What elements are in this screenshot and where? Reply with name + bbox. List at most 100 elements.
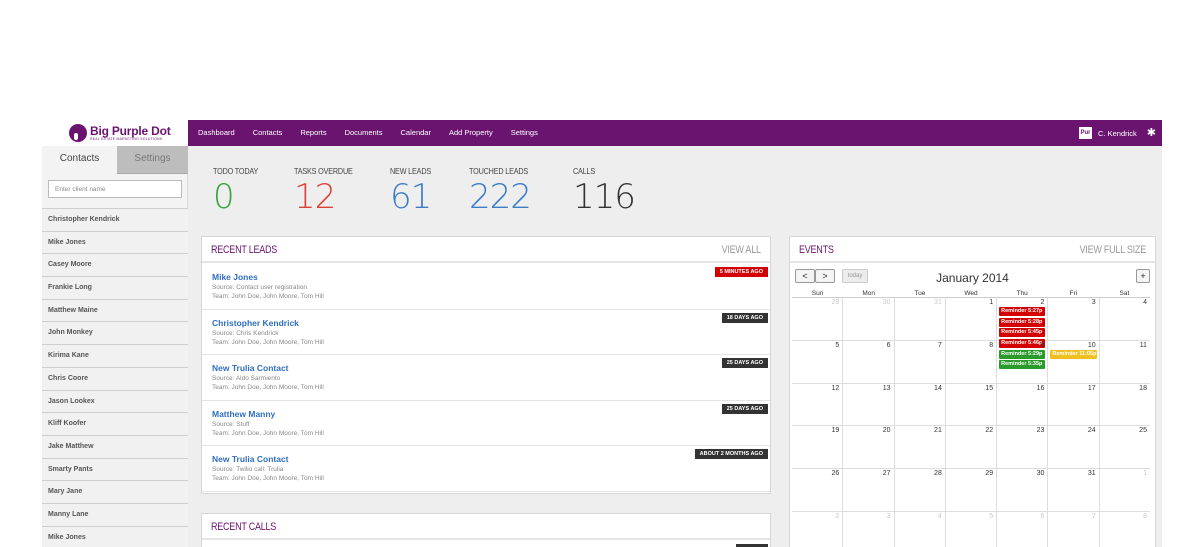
contact-list-item[interactable]: Matthew Maine [42, 298, 188, 322]
user-name[interactable]: C. Kendrick [1098, 129, 1137, 138]
avatar[interactable]: Pur [1079, 127, 1093, 139]
nav-item-settings[interactable]: Settings [511, 120, 538, 146]
contact-list-item[interactable]: Frankie Long [42, 276, 188, 299]
calendar-day[interactable]: 1 [946, 298, 998, 340]
stat-value: 116 [573, 177, 636, 217]
contact-list-item[interactable]: Jason Lookex [42, 389, 188, 413]
calendar-day[interactable]: 15 [946, 383, 998, 426]
calendar-day[interactable]: 6 [843, 340, 895, 383]
calendar-day[interactable]: 19 [792, 426, 844, 469]
calendar-day[interactable]: 12 [792, 383, 844, 426]
weekday-label: Thu [1016, 290, 1028, 297]
calendar-day[interactable]: 8 [946, 340, 998, 383]
contact-list-item[interactable]: Mike Jones [42, 230, 188, 254]
calendar-day[interactable]: 2 Reminder 5:27p Reminder 5:28p Reminder 5:… [997, 298, 1049, 348]
calendar-day[interactable]: 7 [1048, 511, 1100, 547]
client-search-input[interactable] [48, 180, 182, 198]
day-number: 1 [1143, 470, 1147, 478]
calendar-day[interactable]: 22 [946, 426, 998, 469]
day-number: 2 [835, 512, 840, 520]
contact-list-item[interactable]: John Monkey [42, 321, 188, 345]
lead-name-link[interactable]: Christopher Kendrick [212, 318, 299, 328]
weekday-header: Sun Mon Tue Wed Thu Fri Sat [792, 289, 1150, 298]
calendar-day[interactable]: 3 [843, 511, 895, 547]
calendar-day[interactable]: 5 [946, 511, 998, 547]
calendar-day[interactable]: 31 [1048, 469, 1100, 511]
view-all-link[interactable]: VIEW ALL [722, 244, 761, 256]
lead-name-link[interactable]: Mike Jones [212, 272, 258, 282]
calendar-day[interactable]: 7 [895, 340, 946, 383]
calendar-day[interactable]: 11 [1100, 341, 1150, 383]
lead-source: Source: Stuff [212, 420, 250, 428]
calendar-day[interactable]: 13 [843, 383, 895, 426]
nav-item-calendar[interactable]: Calendar [401, 120, 431, 146]
contact-list-item[interactable]: Kliff Koofer [42, 412, 188, 435]
calendar-day[interactable]: 25 [1100, 426, 1150, 468]
calendar-day[interactable]: 31 [895, 298, 946, 340]
contact-list-item[interactable]: Christopher Kendrick [42, 208, 188, 231]
contact-list-item[interactable]: Mike Jones [42, 525, 188, 547]
nav-item-contacts[interactable]: Contacts [253, 120, 283, 146]
calendar-day[interactable]: 3 [1048, 298, 1100, 340]
calendar-event[interactable]: Reminder 5:35p [999, 360, 1046, 370]
calendar-day[interactable]: 14 [895, 383, 946, 426]
calendar-day[interactable]: 30 [997, 469, 1049, 511]
logo[interactable]: Big Purple Dot REAL ESTATE MARKETING SOL… [42, 120, 188, 146]
tab-contacts[interactable]: Contacts [42, 146, 117, 174]
add-event-button[interactable]: + [1136, 269, 1150, 283]
day-number: 6 [886, 341, 891, 349]
contact-list-item[interactable]: Kirima Kane [42, 344, 188, 367]
nav-item-dashboard[interactable]: Dashboard [198, 120, 235, 146]
view-full-size-link[interactable]: VIEW FULL SIZE [1080, 244, 1147, 256]
calendar-day[interactable]: 18 [1100, 384, 1150, 426]
calendar-day[interactable]: 16 [997, 383, 1049, 426]
tab-settings[interactable]: Settings [117, 146, 188, 174]
calendar-day[interactable]: 4 [1100, 298, 1150, 340]
stat-calls: CALLS 116 [573, 166, 636, 217]
calendar-day[interactable]: 2 [792, 511, 844, 547]
calendar-day[interactable]: 30 [843, 298, 895, 340]
calendar-event[interactable]: Reminder 5:45p [999, 328, 1046, 337]
day-number: 30 [882, 299, 891, 306]
calendar-event[interactable]: Reminder 11:05p [1050, 349, 1097, 359]
lead-team: Team: John Doe, John Moore, Tom Hill [212, 293, 324, 300]
contact-list-item[interactable]: Jake Matthew [42, 434, 188, 458]
nav-item-documents[interactable]: Documents [345, 120, 383, 146]
day-number: 23 [1036, 427, 1045, 435]
panel-title: RECENT LEADS [211, 244, 278, 256]
calendar-event[interactable]: Reminder 5:28p [999, 317, 1046, 327]
calendar-day[interactable]: 6 [997, 511, 1049, 547]
sidebar: Contacts Settings Christopher KendrickMi… [42, 146, 188, 547]
calendar-day[interactable]: 23 [997, 426, 1049, 469]
calendar-day[interactable]: 29 [946, 469, 998, 511]
calendar-day[interactable]: 21 [895, 426, 946, 469]
calendar-day[interactable]: 28 [895, 469, 946, 511]
calendar-day[interactable]: 27 [843, 469, 895, 511]
calendar-day[interactable]: 10 Reminder 11:05p [1048, 340, 1100, 383]
day-number: 21 [934, 427, 942, 435]
calendar-event[interactable]: Reminder 5:27p [999, 307, 1046, 316]
contact-list-item[interactable]: Casey Moore [42, 253, 188, 277]
calendar-event[interactable]: Reminder 5:29p [999, 349, 1046, 359]
lead-name-link[interactable]: New Trulia Contact [212, 454, 289, 464]
lead-name-link[interactable]: Matthew Manny [212, 409, 275, 419]
calendar-day[interactable]: 9 Reminder 5:29p Reminder 5:35p [997, 340, 1049, 383]
calendar-day[interactable]: 24 [1048, 426, 1100, 469]
nav-item-add-property[interactable]: Add Property [449, 120, 493, 146]
calendar-day[interactable]: 4 [895, 511, 946, 547]
contact-list-item[interactable]: Manny Lane [42, 502, 188, 526]
calendar-week: 5 6 7 8 9 Reminder 5:29p Reminder 5:35p 10 Remin… [792, 340, 1150, 384]
gear-icon[interactable]: ✱ [1147, 127, 1156, 139]
contact-list-item[interactable]: Smarty Pants [42, 457, 188, 481]
lead-name-link[interactable]: New Trulia Contact [212, 363, 289, 373]
nav-item-reports[interactable]: Reports [300, 120, 326, 146]
calendar-day[interactable]: 5 [792, 340, 844, 383]
calendar-day[interactable]: 8 [1100, 512, 1150, 547]
calendar-day[interactable]: 1 [1100, 469, 1150, 511]
calendar-day[interactable]: 20 [843, 426, 895, 469]
contact-list-item[interactable]: Chris Coore [42, 366, 188, 390]
calendar-day[interactable]: 29 [792, 298, 844, 340]
contact-list-item[interactable]: Mary Jane [42, 480, 188, 503]
calendar-day[interactable]: 26 [792, 469, 844, 511]
calendar-day[interactable]: 17 [1048, 383, 1100, 426]
